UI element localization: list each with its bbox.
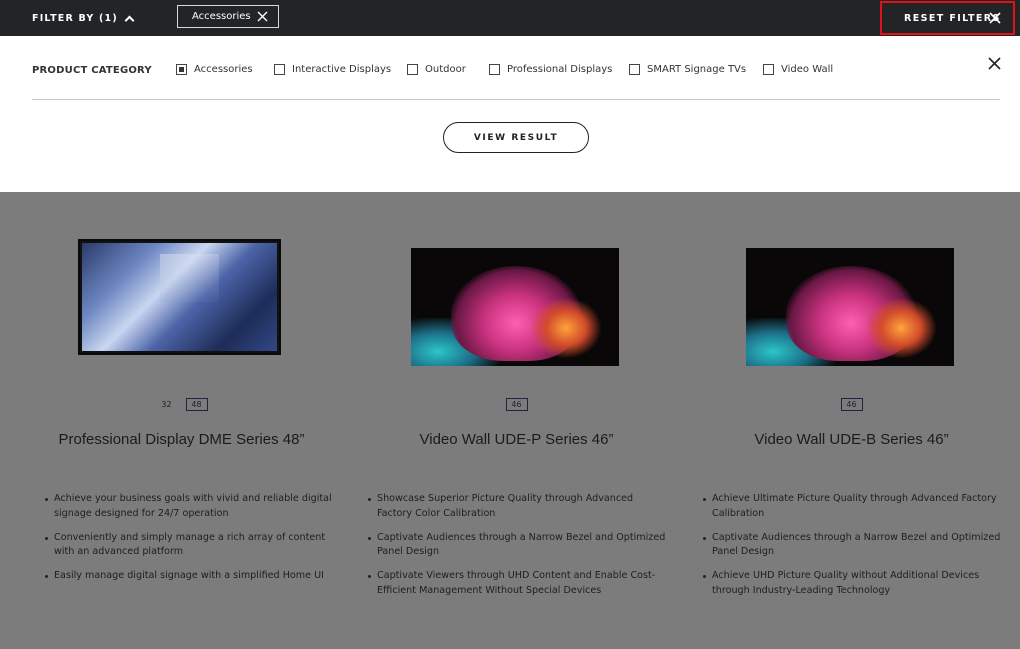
feature-list: Achieve Ultimate Picture Quality through… [702,492,1002,608]
feature-item: Captivate Viewers through UHD Content an… [367,569,667,598]
reset-filters-label: RESET FILTERS [904,12,1001,24]
checkbox-icon[interactable] [629,64,640,75]
view-result-button[interactable]: VIEW RESULT [443,122,589,153]
filter-option-video-wall[interactable]: Video Wall [763,64,833,75]
close-icon[interactable] [257,11,268,22]
paint-splash [866,298,936,358]
active-filter-chip[interactable]: Accessories [177,5,279,28]
feature-item: Achieve UHD Picture Quality without Addi… [702,569,1002,598]
feature-item: Achieve your business goals with vivid a… [44,492,344,521]
product-card: 32 48 Professional Display DME Series 48… [14,192,349,649]
checkbox-icon[interactable] [763,64,774,75]
feature-item: Captivate Audiences through a Narrow Bez… [367,531,667,560]
active-filter-chip-label: Accessories [192,11,251,22]
feature-item: Easily manage digital signage with a sim… [44,569,344,584]
size-option[interactable]: 32 [156,398,178,411]
feature-item: Conveniently and simply manage a rich ar… [44,531,344,560]
checkbox-icon[interactable] [407,64,418,75]
feature-item: Achieve Ultimate Picture Quality through… [702,492,1002,521]
size-selector: 46 [349,398,684,411]
checkbox-icon[interactable] [274,64,285,75]
product-title[interactable]: Professional Display DME Series 48” [14,431,349,448]
chevron-up-icon [124,15,135,25]
product-card: 46 Video Wall UDE-B Series 46” Achieve U… [684,192,1019,649]
feature-list: Achieve your business goals with vivid a… [44,492,344,593]
checkbox-icon[interactable] [176,64,187,75]
filter-panel: PRODUCT CATEGORY Accessories Interactive… [0,36,1020,192]
filter-bar: FILTER BY (1) Accessories RESET FILTERS [0,0,1020,36]
filter-option-professional-displays[interactable]: Professional Displays [489,64,612,75]
product-image[interactable] [746,248,954,366]
filter-option-label: Accessories [194,64,253,75]
size-selector: 46 [684,398,1019,411]
feature-list: Showcase Superior Picture Quality throug… [367,492,667,608]
filter-option-label: Interactive Displays [292,64,392,75]
filter-option-interactive-displays[interactable]: Interactive Displays [274,64,391,75]
size-option-selected[interactable]: 46 [840,398,863,411]
filter-option-outdoor[interactable]: Outdoor [407,64,466,75]
size-option-selected[interactable]: 48 [185,398,208,411]
feature-item: Showcase Superior Picture Quality throug… [367,492,667,521]
divider [32,99,1000,100]
product-title[interactable]: Video Wall UDE-B Series 46” [684,431,1019,448]
product-image[interactable] [411,248,619,366]
close-icon [989,12,1001,24]
filter-by-label: FILTER BY (1) [32,12,118,24]
filter-option-label: SMART Signage TVs [647,64,747,75]
reset-filters-button[interactable]: RESET FILTERS [880,1,1015,35]
filter-by-toggle[interactable]: FILTER BY (1) [32,0,135,36]
filter-option-label: Outdoor [425,64,466,75]
filter-option-label: Professional Displays [507,64,613,75]
filter-option-label: Video Wall [781,64,834,75]
filter-option-smart-signage-tvs[interactable]: SMART Signage TVs [629,64,746,75]
checkbox-icon[interactable] [489,64,500,75]
size-selector: 32 48 [14,398,349,411]
filter-option-accessories[interactable]: Accessories [176,64,253,75]
close-icon[interactable] [988,57,1001,70]
paint-splash [531,298,601,358]
display-screen [82,243,277,351]
size-option-selected[interactable]: 46 [505,398,528,411]
product-image[interactable] [78,239,281,355]
feature-item: Captivate Audiences through a Narrow Bez… [702,531,1002,560]
product-card: 46 Video Wall UDE-P Series 46” Showcase … [349,192,684,649]
product-title[interactable]: Video Wall UDE-P Series 46” [349,431,684,448]
product-category-label: PRODUCT CATEGORY [32,65,152,76]
